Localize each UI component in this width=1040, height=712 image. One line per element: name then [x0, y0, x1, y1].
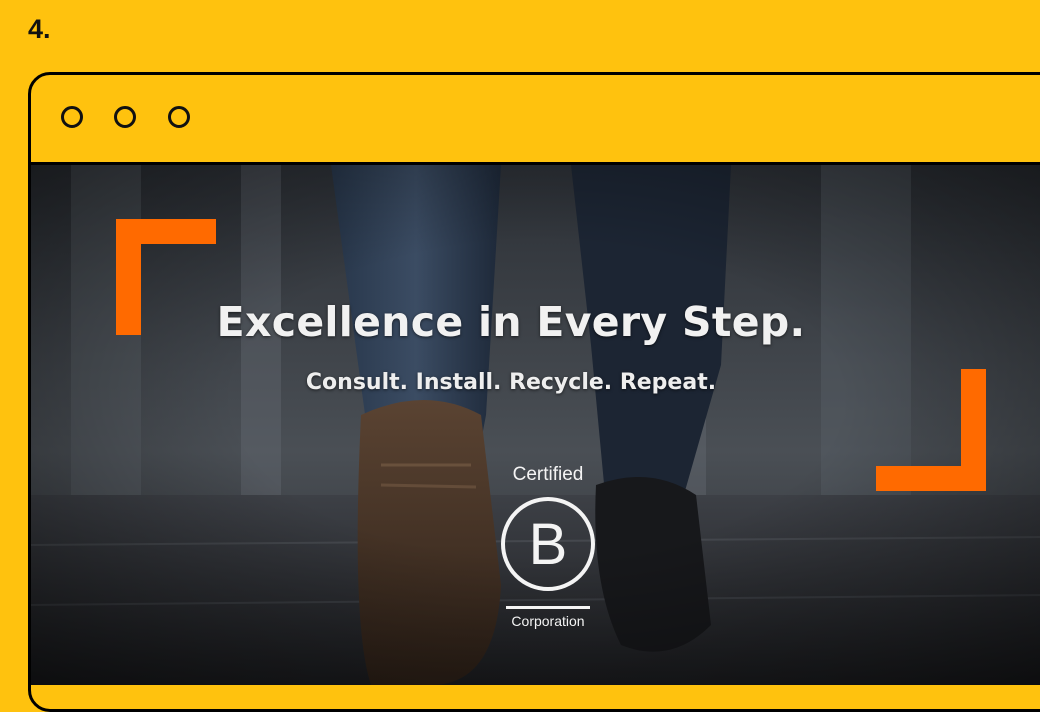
b-corp-logo-icon: B [501, 497, 595, 591]
window-titlebar [31, 75, 1040, 165]
step-number: 4. [28, 14, 51, 44]
badge-certified-text: Certified [512, 464, 584, 485]
hero-banner: Excellence in Every Step. Consult. Insta… [31, 165, 1040, 685]
hero-subtitle: Consult. Install. Recycle. Repeat. [305, 370, 717, 395]
hero-title: Excellence in Every Step. [216, 298, 806, 346]
badge-letter: B [529, 512, 568, 577]
window-control-circle-icon-2[interactable] [114, 106, 136, 128]
window-control-circle-icon-3[interactable] [168, 106, 190, 128]
badge-corporation-text: Corporation [511, 613, 585, 629]
browser-window-mockup: Excellence in Every Step. Consult. Insta… [28, 72, 1040, 712]
b-corp-badge: Certified B Corporation [486, 465, 610, 628]
badge-divider [506, 606, 590, 609]
window-control-circle-icon-1[interactable] [61, 106, 83, 128]
